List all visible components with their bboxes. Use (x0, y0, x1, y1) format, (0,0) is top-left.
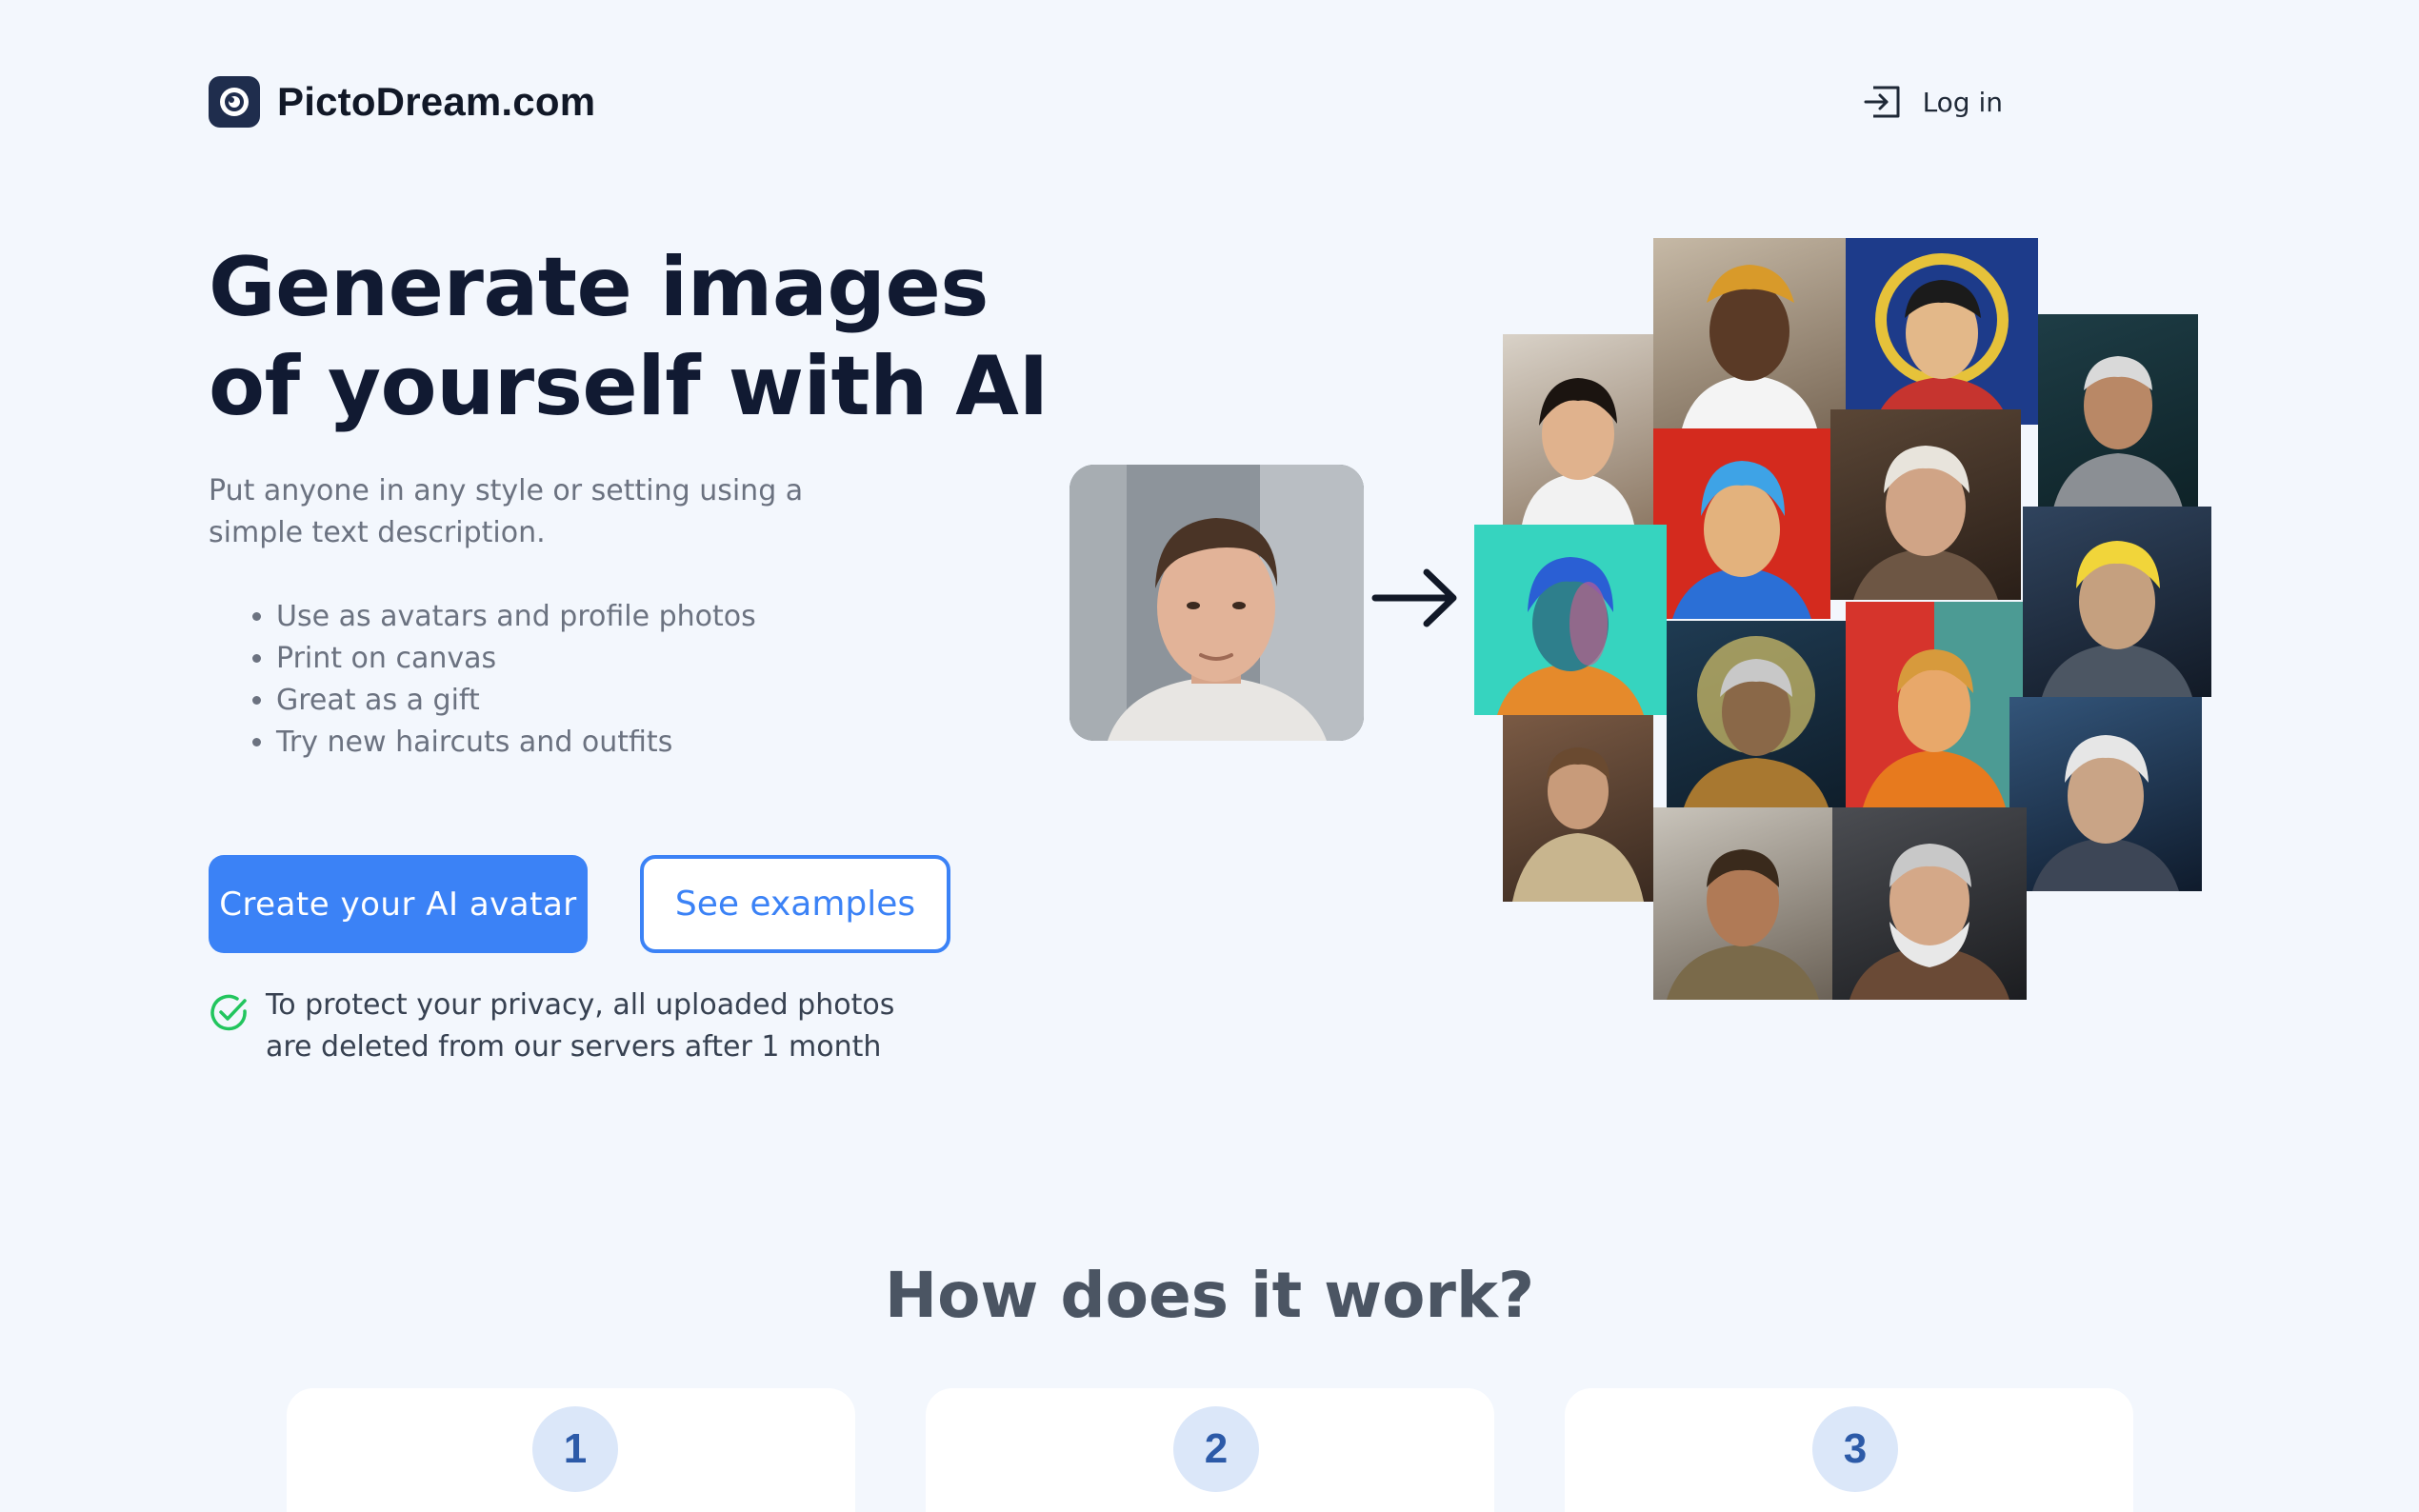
feature-item: Try new haircuts and outfits (276, 722, 943, 764)
avatar-tile (1830, 409, 2021, 600)
avatar-tile (2023, 507, 2211, 697)
hero-title: Generate images of yourself with AI (209, 238, 1066, 436)
brand-link[interactable]: PictoDream.com (209, 76, 595, 128)
avatar-tile (2009, 697, 2202, 891)
privacy-text: To protect your privacy, all uploaded ph… (266, 985, 932, 1068)
arrow-right-icon (1371, 568, 1457, 627)
avatar-tile (1653, 807, 1832, 1000)
avatar-tile (1474, 525, 1667, 715)
hero-title-line-1: Generate images (209, 240, 990, 335)
privacy-text-line-2: are deleted from our servers after 1 mon… (266, 1030, 882, 1064)
step-number-1: 1 (532, 1406, 618, 1492)
avatar-tile (1832, 807, 2027, 1000)
hero-title-line-2: of yourself with AI (209, 339, 1049, 434)
login-icon (1864, 86, 1900, 118)
avatar-tile (1653, 238, 1846, 428)
avatar-tile (1667, 621, 1846, 807)
privacy-text-line-1: To protect your privacy, all uploaded ph… (266, 988, 895, 1022)
hero-subtitle-line-2: simple text description. (209, 516, 546, 549)
avatar-tile (1653, 428, 1830, 619)
camera-logo-icon (209, 76, 260, 128)
feature-item: Use as avatars and profile photos (276, 596, 943, 638)
how-it-works-title: How does it work? (884, 1259, 1535, 1332)
login-button[interactable]: Log in (1862, 84, 2003, 120)
brand-name: PictoDream.com (277, 79, 596, 124)
feature-item: Great as a gift (276, 680, 943, 722)
site-header: PictoDream.com Log in (209, 74, 2003, 129)
step-number-3: 3 (1812, 1406, 1898, 1492)
privacy-note: To protect your privacy, all uploaded ph… (209, 985, 932, 1068)
create-avatar-button[interactable]: Create your AI avatar (209, 855, 588, 953)
hero-subtitle-line-1: Put anyone in any style or setting using… (209, 474, 804, 507)
hero-subtitle: Put anyone in any style or setting using… (209, 470, 818, 554)
see-examples-button[interactable]: See examples (640, 855, 950, 953)
avatar-tile (1846, 602, 2023, 807)
login-label: Log in (1922, 86, 2003, 118)
step-number-2: 2 (1173, 1406, 1259, 1492)
avatar-tile (1503, 334, 1653, 525)
avatar-tile (1503, 715, 1653, 902)
avatar-tile (2038, 314, 2198, 508)
feature-item: Print on canvas (276, 638, 943, 680)
feature-list: Use as avatars and profile photos Print … (276, 596, 943, 764)
check-circle-icon (210, 994, 247, 1031)
avatar-tile (1846, 238, 2038, 425)
source-portrait-photo (1070, 465, 1364, 741)
